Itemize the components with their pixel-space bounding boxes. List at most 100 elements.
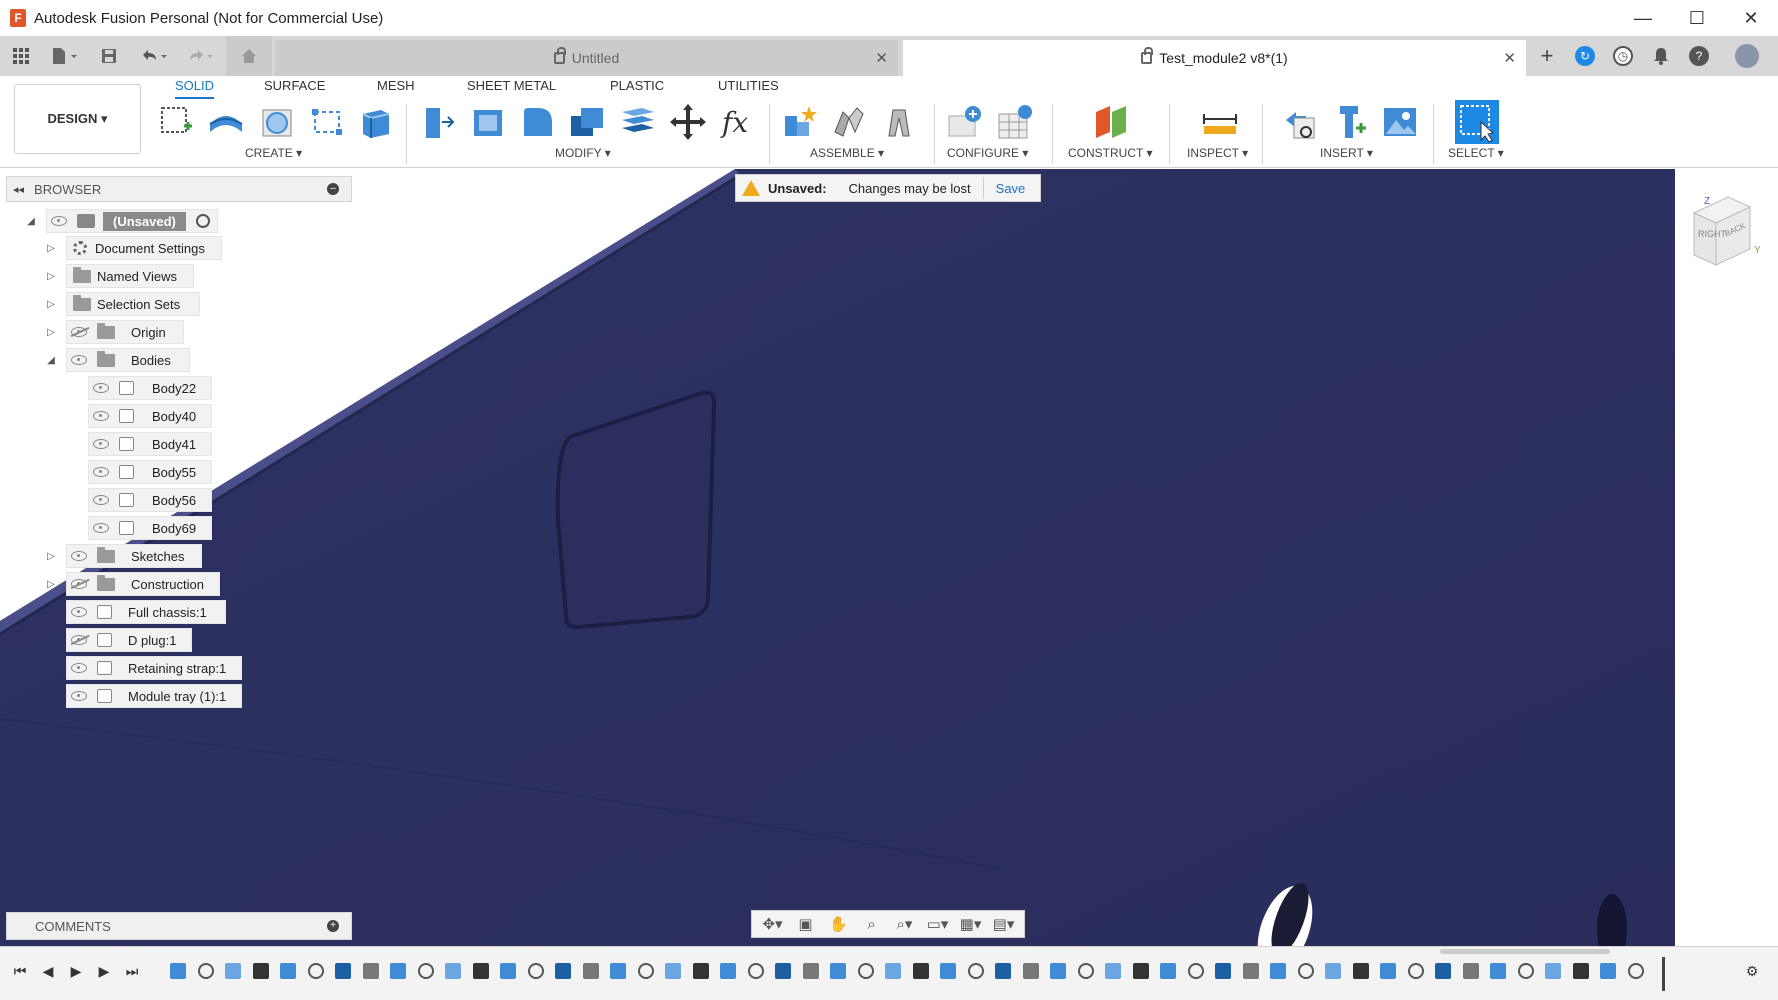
timeline-feature-icon[interactable] (967, 963, 984, 979)
timeline-feature-icon[interactable] (445, 963, 461, 979)
timeline-feature-icon[interactable] (610, 963, 626, 979)
inspect-menu[interactable]: INSPECT ▾ (1187, 146, 1248, 160)
expand-named-views-icon[interactable]: ▷ (45, 270, 57, 282)
create-sketch-icon[interactable] (156, 102, 196, 142)
tab-solid[interactable]: SOLID (175, 78, 215, 99)
timeline-feature-icon[interactable] (362, 963, 379, 979)
grid-settings-icon[interactable]: ▦▾ (960, 915, 982, 933)
timeline-feature-icon[interactable] (665, 963, 681, 979)
view-cube-right-label[interactable]: RIGHT (1698, 229, 1727, 239)
timeline-feature-icon[interactable] (1160, 963, 1176, 979)
browser-item-bodies[interactable]: Bodies (66, 348, 190, 372)
timeline-feature-icon[interactable] (940, 963, 956, 979)
select-menu[interactable]: SELECT ▾ (1448, 146, 1504, 160)
save-link[interactable]: Save (996, 181, 1026, 196)
timeline-feature-icon[interactable] (720, 963, 736, 979)
timeline-feature-icon[interactable] (857, 963, 874, 979)
browser-item-module-tray[interactable]: Module tray (1):1 (66, 684, 242, 708)
browser-panel-header[interactable]: ◂◂ BROWSER – (6, 176, 352, 202)
timeline-feature-icon[interactable] (417, 963, 434, 979)
box-icon[interactable] (355, 102, 395, 142)
visibility-hidden-eye-icon[interactable] (71, 327, 87, 337)
timeline-feature-icon[interactable] (802, 963, 819, 979)
timeline-feature-icon[interactable] (1077, 963, 1094, 979)
activate-radio-icon[interactable] (195, 214, 210, 228)
timeline-feature-icon[interactable] (280, 963, 296, 979)
select-icon[interactable] (1455, 100, 1499, 144)
user-avatar[interactable] (1735, 44, 1759, 68)
timeline-feature-icon[interactable] (995, 963, 1011, 979)
timeline-feature-icon[interactable] (830, 963, 846, 979)
visibility-eye-icon[interactable] (71, 663, 87, 673)
sketch-dimension-icon[interactable] (307, 102, 347, 142)
collapse-bodies-icon[interactable]: ◢ (45, 354, 57, 366)
browser-item-retaining-strap[interactable]: Retaining strap:1 (66, 656, 242, 680)
collapse-root-icon[interactable]: ◢ (25, 215, 37, 227)
visibility-eye-icon[interactable] (51, 216, 67, 226)
combine-icon[interactable] (567, 102, 607, 142)
chamfer-icon[interactable] (518, 102, 558, 142)
browser-item-body[interactable]: Body69 (88, 516, 212, 540)
timeline-settings-gear-icon[interactable]: ⚙ (1742, 961, 1762, 981)
data-panel-grid-icon[interactable] (6, 36, 36, 76)
browser-item-d-plug[interactable]: D plug:1 (66, 628, 192, 652)
configure-menu[interactable]: CONFIGURE ▾ (947, 146, 1028, 160)
display-settings-icon[interactable]: ▭▾ (927, 915, 949, 933)
timeline-feature-icon[interactable] (1380, 963, 1396, 979)
timeline-feature-icon[interactable] (1352, 963, 1369, 979)
browser-item-construction[interactable]: Construction (66, 572, 220, 596)
timeline-feature-icon[interactable] (500, 963, 516, 979)
model-render[interactable] (0, 169, 1675, 946)
joint-icon[interactable] (829, 102, 869, 142)
timeline-feature-icon[interactable] (1545, 963, 1561, 979)
timeline-feature-icon[interactable] (1407, 963, 1424, 979)
insert-canvas-icon[interactable] (1380, 102, 1420, 142)
modify-menu[interactable]: MODIFY ▾ (555, 146, 611, 160)
browser-item-body[interactable]: Body41 (88, 432, 212, 456)
tab-test-module2-close-icon[interactable]: ✕ (1503, 49, 1516, 67)
timeline-play-icon[interactable]: ▶ (66, 961, 86, 981)
close-window-button[interactable]: ✕ (1724, 0, 1778, 36)
timeline-feature-icon[interactable] (912, 963, 929, 979)
timeline-feature-icon[interactable] (1517, 963, 1534, 979)
move-copy-icon[interactable] (668, 102, 708, 142)
timeline-feature-icon[interactable] (1105, 963, 1121, 979)
timeline-feature-icon[interactable] (582, 963, 599, 979)
expand-sketches-icon[interactable]: ▷ (45, 550, 57, 562)
construct-menu[interactable]: CONSTRUCT ▾ (1068, 146, 1152, 160)
visibility-eye-icon[interactable] (71, 355, 87, 365)
expand-document-settings-icon[interactable]: ▷ (45, 242, 57, 254)
assemble-menu[interactable]: ASSEMBLE ▾ (810, 146, 884, 160)
fillet-icon[interactable] (468, 102, 508, 142)
timeline-feature-icon[interactable] (1297, 963, 1314, 979)
timeline-feature-icon[interactable] (1435, 963, 1451, 979)
undo-icon[interactable] (134, 36, 174, 76)
browser-item-selection-sets[interactable]: Selection Sets (66, 292, 200, 316)
browser-item-origin[interactable]: Origin (66, 320, 184, 344)
parameters-fx-icon[interactable]: fx (718, 102, 758, 142)
timeline-feature-icon[interactable] (692, 963, 709, 979)
tab-sheet-metal[interactable]: SHEET METAL (467, 78, 556, 93)
file-menu-icon[interactable] (44, 36, 84, 76)
timeline-feature-icon[interactable] (1490, 963, 1506, 979)
timeline-feature-icon[interactable] (472, 963, 489, 979)
pan-hand-icon[interactable]: ✋ (828, 915, 850, 933)
tab-mesh[interactable]: MESH (377, 78, 415, 93)
tab-test-module2[interactable]: Test_module2 v8*(1) ✕ (903, 40, 1526, 76)
new-component-icon[interactable] (779, 102, 819, 142)
collapse-browser-icon[interactable]: ◂◂ (13, 183, 24, 196)
timeline-feature-icon[interactable] (252, 963, 269, 979)
insert-mcmaster-icon[interactable] (1330, 102, 1370, 142)
browser-item-document-settings[interactable]: Document Settings (66, 236, 222, 260)
timeline-go-to-start-icon[interactable]: ⏮ (10, 961, 30, 981)
visibility-hidden-eye-icon[interactable] (71, 579, 87, 589)
expand-origin-icon[interactable]: ▷ (45, 326, 57, 338)
timeline-feature-icon[interactable] (1270, 963, 1286, 979)
browser-item-body[interactable]: Body40 (88, 404, 212, 428)
look-at-icon[interactable]: ▣ (795, 915, 817, 933)
browser-root-node[interactable]: (Unsaved) (46, 209, 218, 233)
timeline-step-forward-icon[interactable]: ▶ (94, 961, 114, 981)
measure-icon[interactable] (1200, 102, 1240, 142)
timeline-feature-icon[interactable] (1627, 963, 1644, 979)
comments-panel-header[interactable]: COMMENTS + (6, 912, 352, 940)
